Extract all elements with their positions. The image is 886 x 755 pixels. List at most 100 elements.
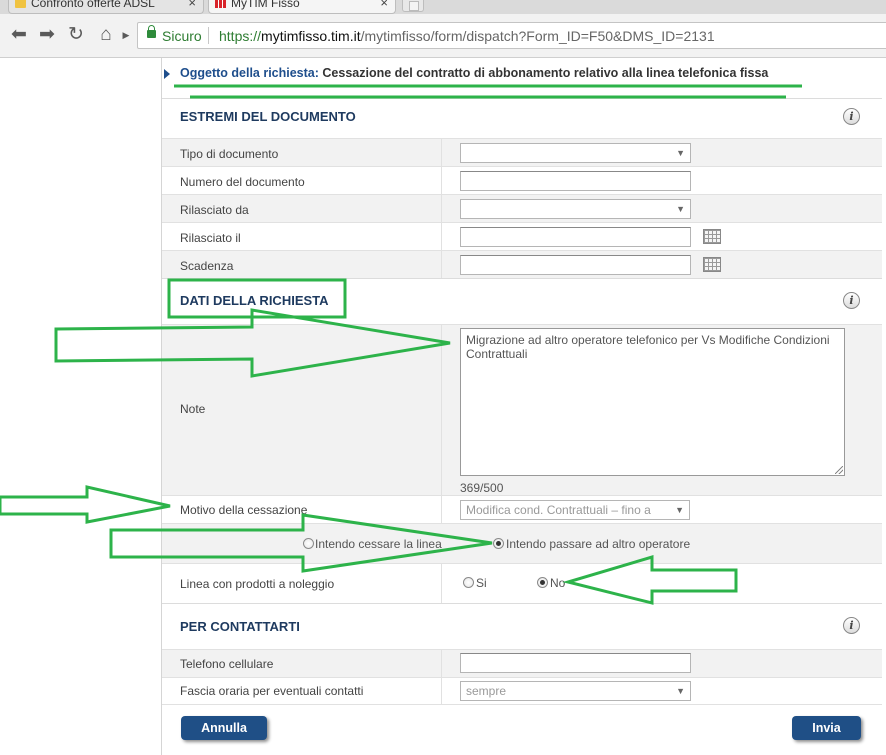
- radio-label: Intendo cessare la linea: [315, 537, 442, 551]
- info-icon[interactable]: i: [843, 108, 860, 125]
- field-label: Rilasciato da: [180, 203, 249, 217]
- arrow-annotation: [0, 485, 171, 524]
- url-text: https://mytimfisso.tim.it/mytimfisso/for…: [219, 28, 715, 44]
- radio-label: No: [550, 576, 566, 590]
- request-subject: Oggetto della richiesta: Cessazione del …: [162, 58, 882, 100]
- column-divider: [441, 564, 442, 603]
- close-tab-icon[interactable]: ×: [188, 0, 196, 12]
- field-label: Linea con prodotti a noleggio: [180, 577, 335, 591]
- section-request-header: DATI DELLA RICHIESTA i: [162, 278, 882, 324]
- resize-grip-icon[interactable]: [835, 466, 843, 474]
- radio-passare-operatore[interactable]: [493, 538, 504, 549]
- section-document-header: ESTREMI DEL DOCUMENTO i: [162, 98, 882, 134]
- row-scadenza: Scadenza: [162, 250, 882, 278]
- annulla-button[interactable]: Annulla: [181, 716, 267, 740]
- tab-label: MyTIM Fisso: [231, 0, 300, 10]
- note-textarea[interactable]: Migrazione ad altro operatore telefonico…: [460, 328, 845, 476]
- note-text: Migrazione ad altro operatore telefonico…: [466, 333, 830, 361]
- url-scheme: https://: [219, 28, 262, 44]
- fascia-oraria-select[interactable]: sempre ▼: [460, 681, 691, 701]
- motivo-value: Modifica cond. Contrattuali – fino a: [466, 503, 651, 517]
- close-tab-icon[interactable]: ×: [380, 0, 388, 12]
- dropdown-arrow-icon: ▼: [676, 686, 685, 696]
- field-label: Telefono cellulare: [180, 657, 274, 671]
- radio-cessare-linea[interactable]: [303, 538, 314, 549]
- row-motivo: Motivo della cessazione Modifica cond. C…: [162, 495, 882, 523]
- field-label: Tipo di documento: [180, 147, 279, 161]
- dropdown-arrow-icon: ▼: [676, 204, 685, 214]
- row-numero-documento: Numero del documento: [162, 166, 882, 194]
- address-separator: [208, 27, 209, 44]
- back-arrow-icon[interactable]: ⬅: [8, 24, 30, 46]
- folder-icon: [15, 0, 26, 8]
- tab-label: Confronto offerte ADSL: [31, 0, 155, 10]
- column-divider: [441, 195, 442, 222]
- radio-label: Si: [476, 576, 487, 590]
- tipo-documento-select[interactable]: ▼: [460, 143, 691, 163]
- calendar-icon[interactable]: [703, 257, 721, 272]
- browser-tab-mytim[interactable]: MyTIM Fisso ×: [208, 0, 396, 14]
- note-char-counter: 369/500: [460, 481, 504, 495]
- column-divider: [441, 251, 442, 278]
- column-divider: [441, 325, 442, 495]
- row-tipo-documento: Tipo di documento ▼: [162, 138, 882, 166]
- telefono-cellulare-input[interactable]: [460, 653, 691, 673]
- field-label: Motivo della cessazione: [180, 503, 308, 517]
- section-title: PER CONTATTARTI: [180, 619, 300, 634]
- rilasciato-il-input[interactable]: [460, 227, 691, 247]
- column-divider: [441, 650, 442, 677]
- column-divider: [441, 678, 442, 704]
- fascia-value: sempre: [466, 684, 507, 698]
- dropdown-arrow-icon: ▼: [676, 148, 685, 158]
- column-divider: [441, 223, 442, 250]
- info-icon[interactable]: i: [843, 292, 860, 309]
- url-path: /mytimfisso/form/dispatch?Form_ID=F50&DM…: [360, 28, 715, 44]
- address-bar[interactable]: Sicuro https://mytimfisso.tim.it/mytimfi…: [137, 22, 886, 49]
- section-title: DATI DELLA RICHIESTA: [180, 293, 329, 308]
- radio-label: Intendo passare ad altro operatore: [506, 537, 691, 551]
- lock-icon: [147, 25, 156, 38]
- row-rilasciato-da: Rilasciato da ▼: [162, 194, 882, 222]
- browser-tab-bar: Confronto offerte ADSL × MyTIM Fisso ×: [0, 0, 886, 14]
- dropdown-arrow-icon: ▼: [673, 501, 684, 519]
- field-label: Fascia oraria per eventuali contatti: [180, 684, 364, 698]
- column-divider: [441, 139, 442, 166]
- field-label: Note: [180, 402, 206, 416]
- calendar-icon[interactable]: [703, 229, 721, 244]
- field-label: Numero del documento: [180, 175, 305, 189]
- subject-value: Cessazione del contratto di abbonamento …: [322, 66, 769, 80]
- forward-arrow-icon[interactable]: ➡: [36, 24, 58, 46]
- row-intent-options: Intendo cessare la linea Intendo passare…: [162, 523, 882, 563]
- bookmark-arrow-icon[interactable]: ▶: [121, 24, 131, 46]
- row-telefono: Telefono cellulare: [162, 649, 882, 677]
- row-noleggio: Linea con prodotti a noleggio Si No: [162, 563, 882, 603]
- row-rilasciato-il: Rilasciato il: [162, 222, 882, 250]
- field-label: Scadenza: [180, 259, 234, 273]
- row-fascia-oraria: Fascia oraria per eventuali contatti sem…: [162, 677, 882, 705]
- reload-icon[interactable]: ↻: [65, 24, 87, 46]
- new-tab-button[interactable]: [402, 0, 424, 12]
- browser-toolbar: ⬅ ➡ ↻ ⌂ ▶ Sicuro https://mytimfisso.tim.…: [0, 14, 886, 58]
- radio-noleggio-no[interactable]: [537, 577, 548, 588]
- subject-label: Oggetto della richiesta:: [180, 66, 319, 80]
- home-icon[interactable]: ⌂: [95, 24, 117, 46]
- motivo-cessazione-select[interactable]: Modifica cond. Contrattuali – fino a ▼: [460, 500, 690, 520]
- numero-documento-input[interactable]: [460, 171, 691, 191]
- section-contact-header: PER CONTATTARTI i: [162, 603, 882, 649]
- section-title: ESTREMI DEL DOCUMENTO: [180, 109, 356, 124]
- url-host: mytimfisso.tim.it: [261, 28, 361, 44]
- radio-noleggio-si[interactable]: [463, 577, 474, 588]
- scadenza-input[interactable]: [460, 255, 691, 275]
- row-note: Note Migrazione ad altro operatore telef…: [162, 324, 882, 495]
- field-label: Rilasciato il: [180, 231, 241, 245]
- request-form: Oggetto della richiesta: Cessazione del …: [161, 58, 882, 755]
- invia-button[interactable]: Invia: [792, 716, 861, 740]
- info-icon[interactable]: i: [843, 617, 860, 634]
- tim-logo-icon: [215, 0, 226, 8]
- browser-tab-confronto[interactable]: Confronto offerte ADSL ×: [8, 0, 204, 14]
- security-label: Sicuro: [162, 28, 202, 44]
- triangle-right-icon: [164, 69, 170, 79]
- column-divider: [441, 167, 442, 194]
- rilasciato-da-select[interactable]: ▼: [460, 199, 691, 219]
- subject-text: Oggetto della richiesta: Cessazione del …: [180, 66, 768, 80]
